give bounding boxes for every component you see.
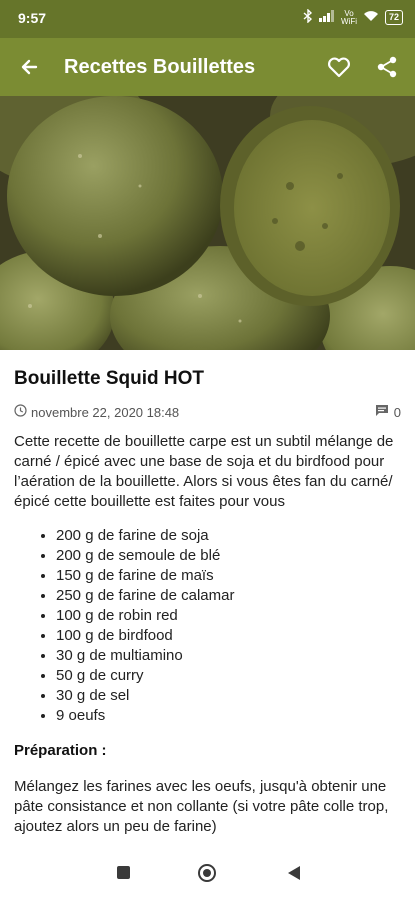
comments-count-text: 0 <box>393 404 401 420</box>
system-nav-bar <box>0 848 415 900</box>
status-icons: Vo WiFi 72 <box>303 8 403 26</box>
back-arrow-icon[interactable] <box>16 53 44 81</box>
clock-icon <box>14 404 27 420</box>
hero-image <box>0 96 415 350</box>
app-bar: Recettes Bouillettes <box>0 38 415 96</box>
post-date-text: novembre 22, 2020 18:48 <box>31 404 180 420</box>
preparation-text: Mélangez les farines avec les oeufs, jus… <box>14 778 389 835</box>
favorite-heart-icon[interactable] <box>325 53 353 81</box>
comment-icon <box>375 404 389 420</box>
ingredient-item: 30 g de sel <box>56 686 401 706</box>
status-time: 9:57 <box>18 10 47 26</box>
post-intro: Cette recette de bouillette carpe est un… <box>14 433 394 510</box>
ingredient-item: 100 g de robin red <box>56 606 401 626</box>
preparation-heading: Préparation : <box>14 742 107 759</box>
wifi-icon <box>363 10 379 25</box>
battery-icon: 72 <box>384 10 403 25</box>
status-bar: 9:57 Vo WiFi 72 <box>0 0 415 38</box>
ingredient-item: 30 g de multiamino <box>56 646 401 666</box>
post-date: novembre 22, 2020 18:48 <box>14 404 179 420</box>
post-meta: novembre 22, 2020 18:48 0 <box>14 404 401 420</box>
post-title: Bouillette Squid HOT <box>14 368 204 389</box>
volte-icon: Vo WiFi <box>340 8 357 26</box>
ingredient-item: 100 g de birdfood <box>56 626 401 646</box>
post-content: Bouillette Squid HOT novembre 22, 2020 1… <box>14 350 401 836</box>
ingredient-item: 200 g de semoule de blé <box>56 546 401 566</box>
home-circle-icon[interactable] <box>198 864 216 882</box>
ingredient-item: 200 g de farine de soja <box>56 526 401 546</box>
back-triangle-icon[interactable] <box>288 866 300 880</box>
signal-icon <box>318 10 335 25</box>
ingredient-item: 250 g de farine de calamar <box>56 586 401 606</box>
ingredients-list: 200 g de farine de soja 200 g de semoule… <box>14 526 401 726</box>
comments-count[interactable]: 0 <box>375 404 401 420</box>
ingredient-item: 50 g de curry <box>56 666 401 686</box>
share-icon[interactable] <box>373 53 401 81</box>
ingredient-item: 150 g de farine de maïs <box>56 566 401 586</box>
recents-square-icon[interactable] <box>117 866 130 879</box>
bluetooth-icon <box>303 8 313 26</box>
ingredient-item: 9 oeufs <box>56 706 401 726</box>
page-title: Recettes Bouillettes <box>64 56 256 78</box>
